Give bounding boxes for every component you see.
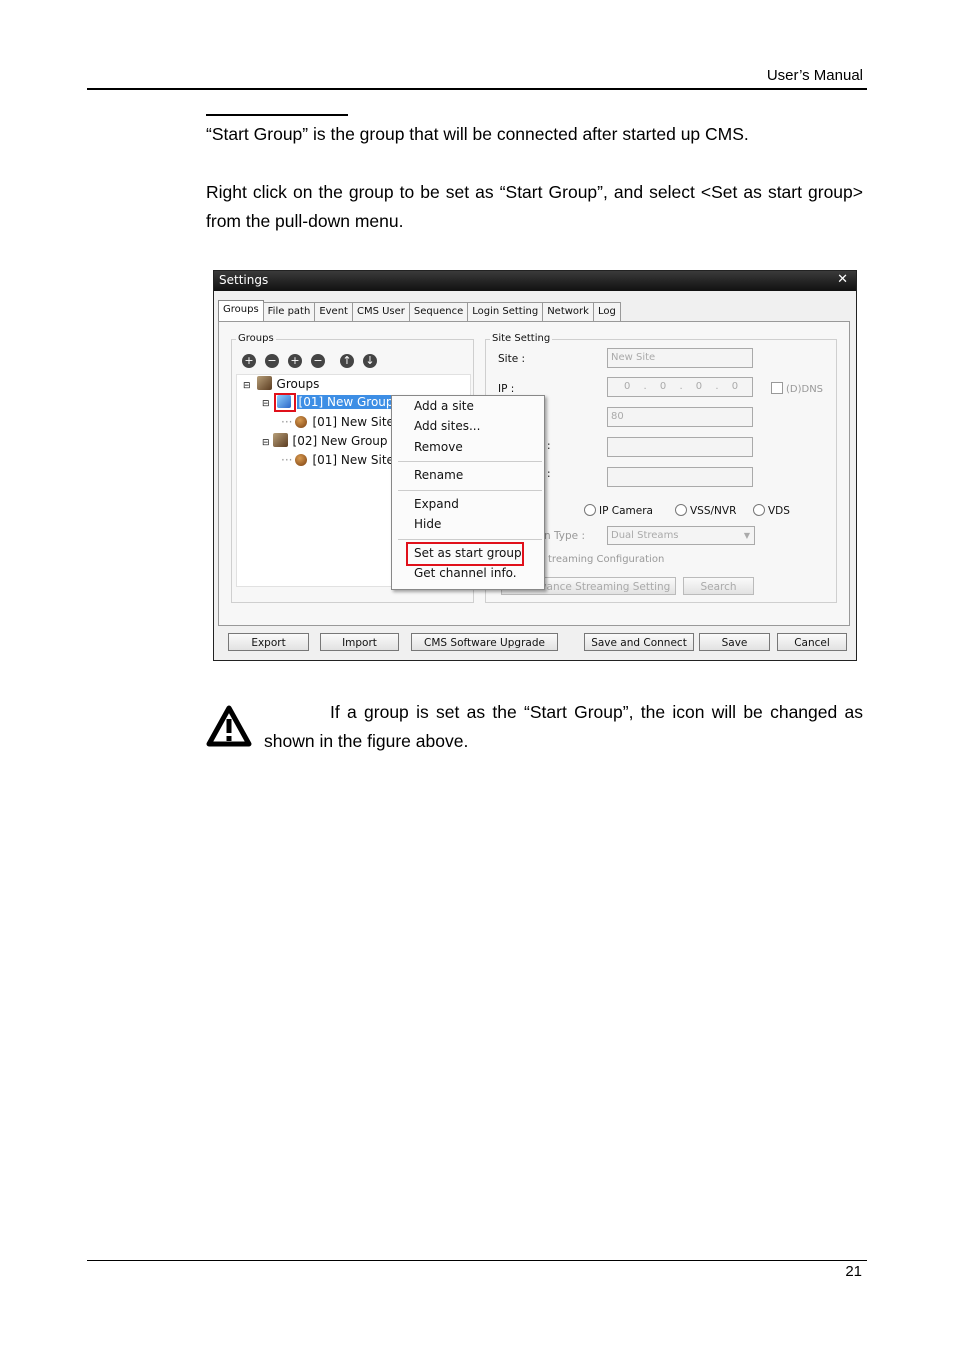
- radio-vds[interactable]: VDS: [753, 504, 790, 517]
- radio-vss-nvr[interactable]: VSS/NVR: [675, 504, 736, 517]
- tree-site-label: [01] New Site: [312, 415, 394, 429]
- radio-icon[interactable]: [753, 504, 765, 516]
- checkbox-icon[interactable]: [771, 382, 783, 394]
- menu-separator: [398, 539, 542, 540]
- tree-site-label: [01] New Site: [312, 453, 394, 467]
- paragraph-instructions: Right click on the group to be set as “S…: [206, 182, 863, 231]
- add-group-icon[interactable]: +: [242, 354, 256, 368]
- cms-software-upgrade-button[interactable]: CMS Software Upgrade: [411, 633, 558, 651]
- search-button[interactable]: Search: [683, 577, 754, 595]
- tree-group-2-site[interactable]: ··· [01] New Site: [281, 453, 394, 467]
- footer-rule: [87, 1260, 867, 1261]
- username-input[interactable]: [607, 437, 753, 457]
- streaming-config-label: treaming Configuration: [548, 554, 665, 565]
- close-icon[interactable]: ✕: [837, 272, 848, 287]
- radio-vss-nvr-label: VSS/NVR: [690, 505, 737, 517]
- tab-bar: Groups File path Event CMS User Sequence…: [218, 300, 621, 322]
- port-input[interactable]: 80: [607, 407, 753, 427]
- tree-group-2-label: [02] New Group: [292, 434, 388, 448]
- menu-item-get-channel-info[interactable]: Get channel info.: [414, 566, 517, 580]
- stream-type-value: Dual Streams: [611, 530, 679, 541]
- tab-network[interactable]: Network: [542, 302, 594, 321]
- groups-root-icon: [256, 376, 272, 390]
- tree-group-2[interactable]: ⊟ [02] New Group: [262, 433, 388, 448]
- collapse-icon[interactable]: ⊟: [262, 399, 270, 409]
- password-input[interactable]: [607, 467, 753, 487]
- page-number: 21: [845, 1263, 862, 1280]
- tree-group-1-site[interactable]: ··· [01] New Site: [281, 415, 394, 429]
- start-group-highlight: [274, 393, 296, 412]
- ddns-label: (D)DNS: [786, 384, 824, 395]
- section-rule: [206, 114, 348, 116]
- site-globe-icon: [295, 416, 308, 428]
- window-title: Settings: [219, 273, 269, 287]
- group-icon: [272, 433, 288, 447]
- collapse-icon[interactable]: ⊟: [262, 438, 270, 448]
- radio-ip-camera[interactable]: IP Camera: [584, 504, 653, 517]
- site-setting-legend: Site Setting: [490, 333, 553, 344]
- radio-ip-camera-label: IP Camera: [599, 505, 653, 517]
- tab-event[interactable]: Event: [314, 302, 353, 321]
- stream-type-select[interactable]: Dual Streams ▼: [607, 526, 755, 545]
- menu-item-add-a-site[interactable]: Add a site: [414, 399, 474, 413]
- context-menu: Add a site Add sites... Remove Rename Ex…: [391, 395, 545, 590]
- settings-window-screenshot: Settings ✕ Groups File path Event CMS Us…: [213, 270, 857, 661]
- tree-root[interactable]: ⊟ Groups: [243, 376, 319, 391]
- tree-group-1-label: [01] New Group: [296, 395, 396, 409]
- tree-group-1[interactable]: ⊟ [01] New Group: [262, 393, 396, 412]
- export-button[interactable]: Export: [228, 633, 309, 651]
- menu-separator: [398, 490, 542, 491]
- chevron-down-icon[interactable]: ▼: [744, 527, 750, 545]
- tree-root-label: Groups: [276, 377, 320, 391]
- tab-sequence[interactable]: Sequence: [408, 302, 469, 321]
- ip-label: IP :: [498, 383, 515, 395]
- collapse-icon[interactable]: ⊟: [243, 381, 251, 391]
- menu-item-expand[interactable]: Expand: [414, 497, 459, 511]
- tab-cms-user[interactable]: CMS User: [351, 302, 410, 321]
- menu-item-rename[interactable]: Rename: [414, 468, 463, 482]
- site-globe-icon: [295, 454, 308, 466]
- tab-file-path[interactable]: File path: [262, 302, 316, 321]
- groups-legend: Groups: [236, 333, 276, 344]
- import-button[interactable]: Import: [320, 633, 399, 651]
- move-down-icon[interactable]: ↓: [363, 354, 377, 368]
- partial-label-colon-2: :: [547, 468, 551, 480]
- tab-groups[interactable]: Groups: [218, 300, 264, 321]
- remove-group-icon[interactable]: −: [265, 354, 279, 368]
- menu-item-add-sites[interactable]: Add sites...: [414, 419, 480, 433]
- stream-type-label: n Type :: [544, 530, 585, 542]
- tab-log[interactable]: Log: [592, 302, 621, 321]
- caution-note: If a group is set as the “Start Group”, …: [264, 702, 863, 751]
- tab-login-setting[interactable]: Login Setting: [467, 302, 544, 321]
- radio-icon[interactable]: [584, 504, 596, 516]
- menu-item-hide[interactable]: Hide: [414, 517, 441, 531]
- caution-icon: [206, 705, 252, 747]
- save-and-connect-button[interactable]: Save and Connect: [584, 633, 694, 651]
- paragraph-start-group: “Start Group” is the group that will be …: [206, 124, 749, 144]
- radio-vds-label: VDS: [768, 505, 790, 517]
- radio-icon[interactable]: [675, 504, 687, 516]
- cancel-button[interactable]: Cancel: [777, 633, 847, 651]
- ip-input[interactable]: 0 . 0 . 0 . 0: [607, 377, 753, 397]
- site-label: Site :: [498, 353, 526, 365]
- remove-site-icon[interactable]: −: [311, 354, 325, 368]
- titlebar: Settings ✕: [214, 271, 856, 291]
- header-rule: [87, 88, 867, 90]
- save-button[interactable]: Save: [699, 633, 770, 651]
- move-up-icon[interactable]: ↑: [340, 354, 354, 368]
- partial-label-colon: :: [547, 440, 551, 452]
- add-site-icon[interactable]: +: [288, 354, 302, 368]
- site-name-input[interactable]: New Site: [607, 348, 753, 368]
- menu-item-set-as-start-group[interactable]: Set as start group: [414, 546, 522, 560]
- menu-item-remove[interactable]: Remove: [414, 440, 463, 454]
- menu-separator: [398, 461, 542, 462]
- ddns-checkbox[interactable]: (D)DNS: [771, 382, 823, 395]
- header-title: User’s Manual: [766, 67, 863, 84]
